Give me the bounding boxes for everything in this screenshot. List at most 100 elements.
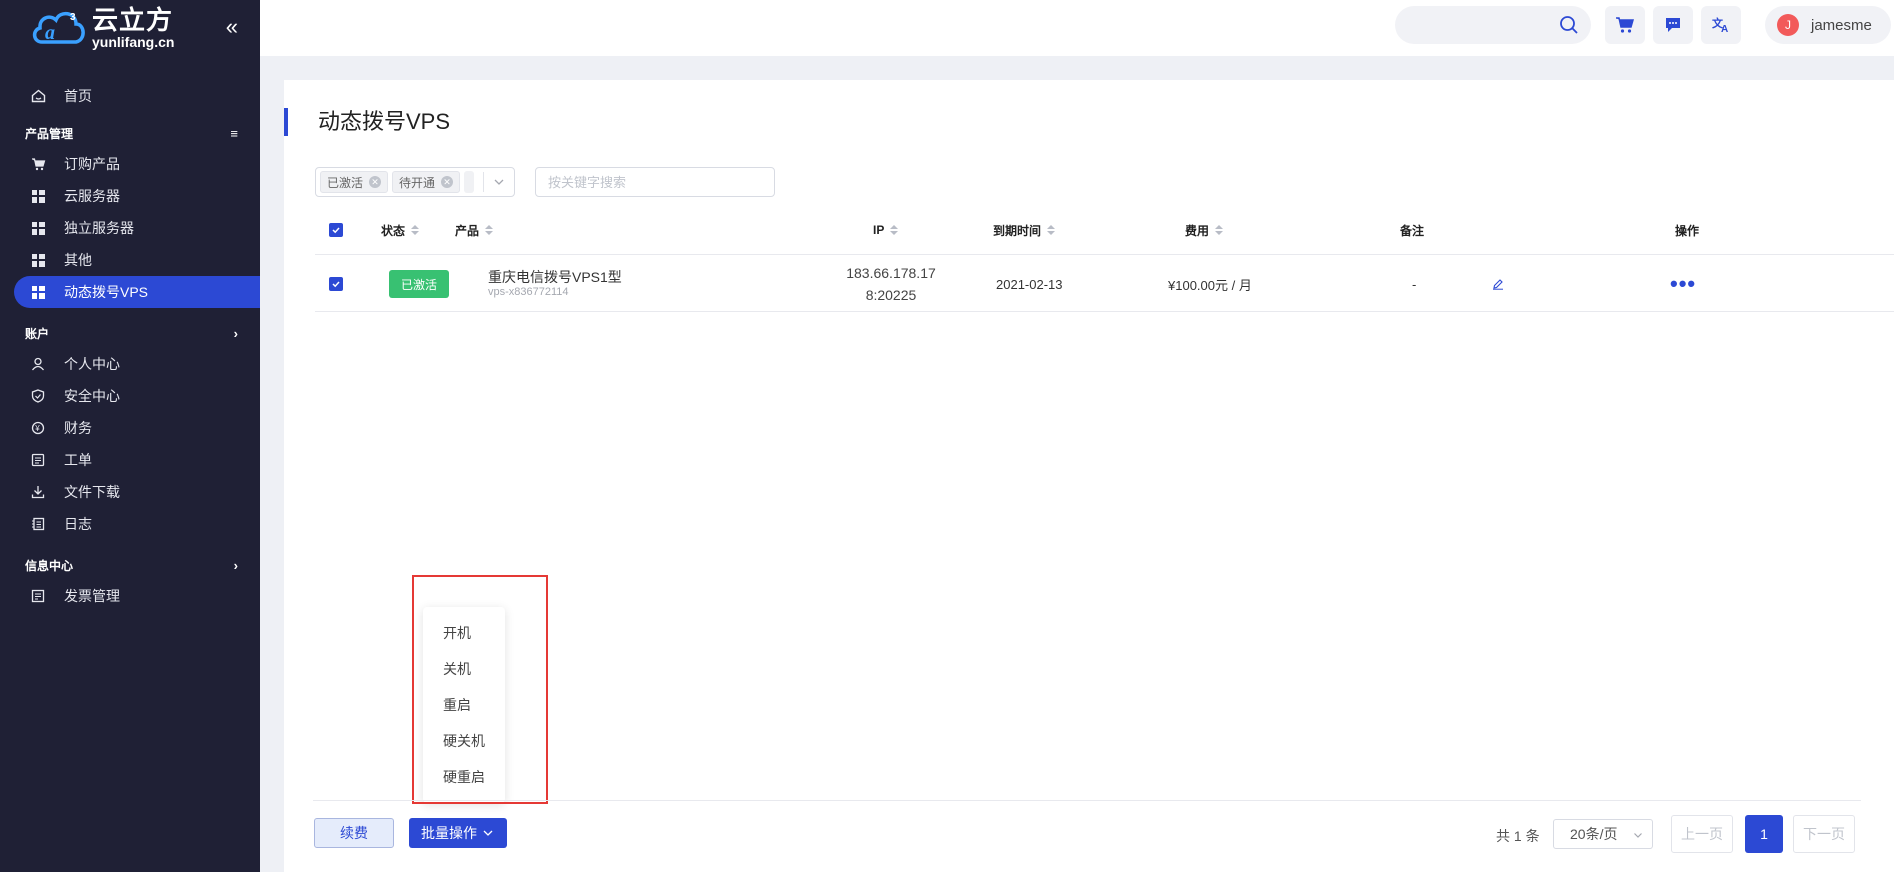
chevron-right-icon: › xyxy=(233,325,238,341)
fee-cell: ¥100.00元 / 月 xyxy=(1168,256,1252,312)
divider xyxy=(483,172,484,192)
sidebar-item-order-product[interactable]: 订购产品 xyxy=(0,148,260,180)
note-cell: - xyxy=(1412,256,1416,312)
sort-icon[interactable] xyxy=(1215,225,1224,235)
cart-icon xyxy=(30,156,46,172)
chevron-down-icon xyxy=(1634,833,1642,838)
sidebar-item-personal-center[interactable]: 个人中心 xyxy=(0,348,260,380)
edit-icon[interactable] xyxy=(1492,278,1504,290)
note-value: - xyxy=(1412,276,1417,292)
brand-logo[interactable]: a 3 云立方 yunlifang.cn « xyxy=(0,0,260,56)
translate-icon: 文A xyxy=(1712,16,1728,34)
grid-icon xyxy=(30,284,46,300)
product-cell: 重庆电信拨号VPS1型 vps-x836772114 xyxy=(488,256,622,312)
th-status[interactable]: 状态 xyxy=(381,205,420,255)
th-label: 状态 xyxy=(381,223,406,238)
th-expire[interactable]: 到期时间 xyxy=(993,205,1056,255)
filter-tag-pending[interactable]: 待开通 ✕ xyxy=(392,171,461,193)
sort-icon[interactable] xyxy=(890,225,899,235)
table-header: 状态 产品 IP 到期时间 费用 备注 操作 xyxy=(315,205,1894,255)
grid-icon xyxy=(30,220,46,236)
action-cell: ••• xyxy=(1670,256,1696,312)
sidebar-item-label: 独立服务器 xyxy=(64,220,134,236)
message-button[interactable] xyxy=(1653,6,1693,44)
sidebar-menu: 首页 产品管理 ≡ 订购产品 云服务器 独立服务器 其他 动态拨号VPS 账户 … xyxy=(0,80,260,612)
sidebar-item-label: 工单 xyxy=(64,452,92,468)
sidebar-item-log[interactable]: 日志 xyxy=(0,508,260,540)
next-page-button[interactable]: 下一页 xyxy=(1793,815,1855,853)
row-checkbox[interactable] xyxy=(329,277,343,291)
batch-operation-button[interactable]: 批量操作 xyxy=(409,818,507,848)
sidebar-item-invoice[interactable]: 发票管理 xyxy=(0,580,260,612)
group-product-management[interactable]: 产品管理 ≡ xyxy=(0,118,260,148)
filter-tag-active[interactable]: 已激活 ✕ xyxy=(320,171,389,193)
download-icon xyxy=(30,484,46,500)
svg-text:3: 3 xyxy=(70,12,76,23)
sidebar-item-cloud-server[interactable]: 云服务器 xyxy=(0,180,260,212)
keyword-search-input[interactable] xyxy=(535,167,775,197)
user-menu[interactable]: J jamesme xyxy=(1765,6,1891,44)
renew-button[interactable]: 续费 xyxy=(314,818,394,848)
cart-icon xyxy=(1616,17,1634,33)
shield-icon xyxy=(30,388,46,404)
sidebar-item-file-download[interactable]: 文件下载 xyxy=(0,476,260,508)
select-all-cell xyxy=(329,205,343,255)
sort-icon[interactable] xyxy=(411,225,420,235)
product-name[interactable]: 重庆电信拨号VPS1型 xyxy=(488,269,622,285)
collapse-sidebar-icon[interactable]: « xyxy=(226,14,238,40)
search-icon[interactable] xyxy=(1559,15,1579,35)
tag-label: 待开通 xyxy=(399,175,436,190)
more-actions-icon[interactable]: ••• xyxy=(1670,273,1696,295)
sidebar-item-dynamic-vps[interactable]: 动态拨号VPS xyxy=(14,276,260,308)
close-icon[interactable]: ✕ xyxy=(441,176,454,188)
sidebar-item-label: 财务 xyxy=(64,420,92,436)
chevron-right-icon: › xyxy=(233,557,238,573)
th-ip[interactable]: IP xyxy=(873,205,899,255)
sidebar-item-label: 云服务器 xyxy=(64,188,120,204)
language-button[interactable]: 文A xyxy=(1701,6,1741,44)
select-all-checkbox[interactable] xyxy=(329,223,343,237)
ticket-icon xyxy=(30,452,46,468)
username: jamesme xyxy=(1811,16,1872,34)
invoice-icon xyxy=(30,588,46,604)
grid-icon xyxy=(30,188,46,204)
group-account[interactable]: 账户 › xyxy=(0,318,260,348)
sort-icon[interactable] xyxy=(1047,225,1056,235)
sidebar-item-security-center[interactable]: 安全中心 xyxy=(0,380,260,412)
sidebar-item-home[interactable]: 首页 xyxy=(0,80,260,112)
avatar: J xyxy=(1777,14,1799,36)
page-size-select[interactable]: 20条/页 xyxy=(1553,819,1653,849)
edit-note-cell xyxy=(1492,256,1504,312)
page-number-current[interactable]: 1 xyxy=(1745,815,1783,853)
sidebar-item-label: 安全中心 xyxy=(64,388,120,404)
group-info-center[interactable]: 信息中心 › xyxy=(0,550,260,580)
prev-page-button[interactable]: 上一页 xyxy=(1671,815,1733,853)
sidebar-item-ticket[interactable]: 工单 xyxy=(0,444,260,476)
ip-cell: 183.66.178.17 8:20225 xyxy=(821,256,961,312)
th-fee[interactable]: 费用 xyxy=(1185,205,1224,255)
sidebar-item-label: 日志 xyxy=(64,516,92,532)
sidebar-item-dedicated-server[interactable]: 独立服务器 xyxy=(0,212,260,244)
th-product[interactable]: 产品 xyxy=(455,205,494,255)
svg-text:A: A xyxy=(1721,24,1728,34)
cloud-logo-icon: a 3 xyxy=(32,11,85,44)
filter-tag-more xyxy=(464,171,475,193)
th-note: 备注 xyxy=(1400,205,1424,255)
status-filter-select[interactable]: 已激活 ✕ 待开通 ✕ xyxy=(315,167,515,197)
batch-label: 批量操作 xyxy=(421,825,477,841)
tag-label: 已激活 xyxy=(327,175,364,190)
status-badge: 已激活 xyxy=(389,270,450,298)
th-label: 费用 xyxy=(1185,223,1210,238)
sort-icon[interactable] xyxy=(485,225,494,235)
sidebar-item-label: 文件下载 xyxy=(64,484,120,500)
global-search-input[interactable] xyxy=(1395,6,1591,44)
product-code: vps-x836772114 xyxy=(488,286,569,298)
th-label: 产品 xyxy=(455,223,480,238)
sidebar-item-other[interactable]: 其他 xyxy=(0,244,260,276)
close-icon[interactable]: ✕ xyxy=(369,176,382,188)
chevron-down-icon xyxy=(483,830,493,836)
group-label: 产品管理 xyxy=(25,126,74,141)
sidebar-item-finance[interactable]: ¥ 财务 xyxy=(0,412,260,444)
brand-name-cn: 云立方 xyxy=(92,5,174,35)
cart-button[interactable] xyxy=(1605,6,1645,44)
